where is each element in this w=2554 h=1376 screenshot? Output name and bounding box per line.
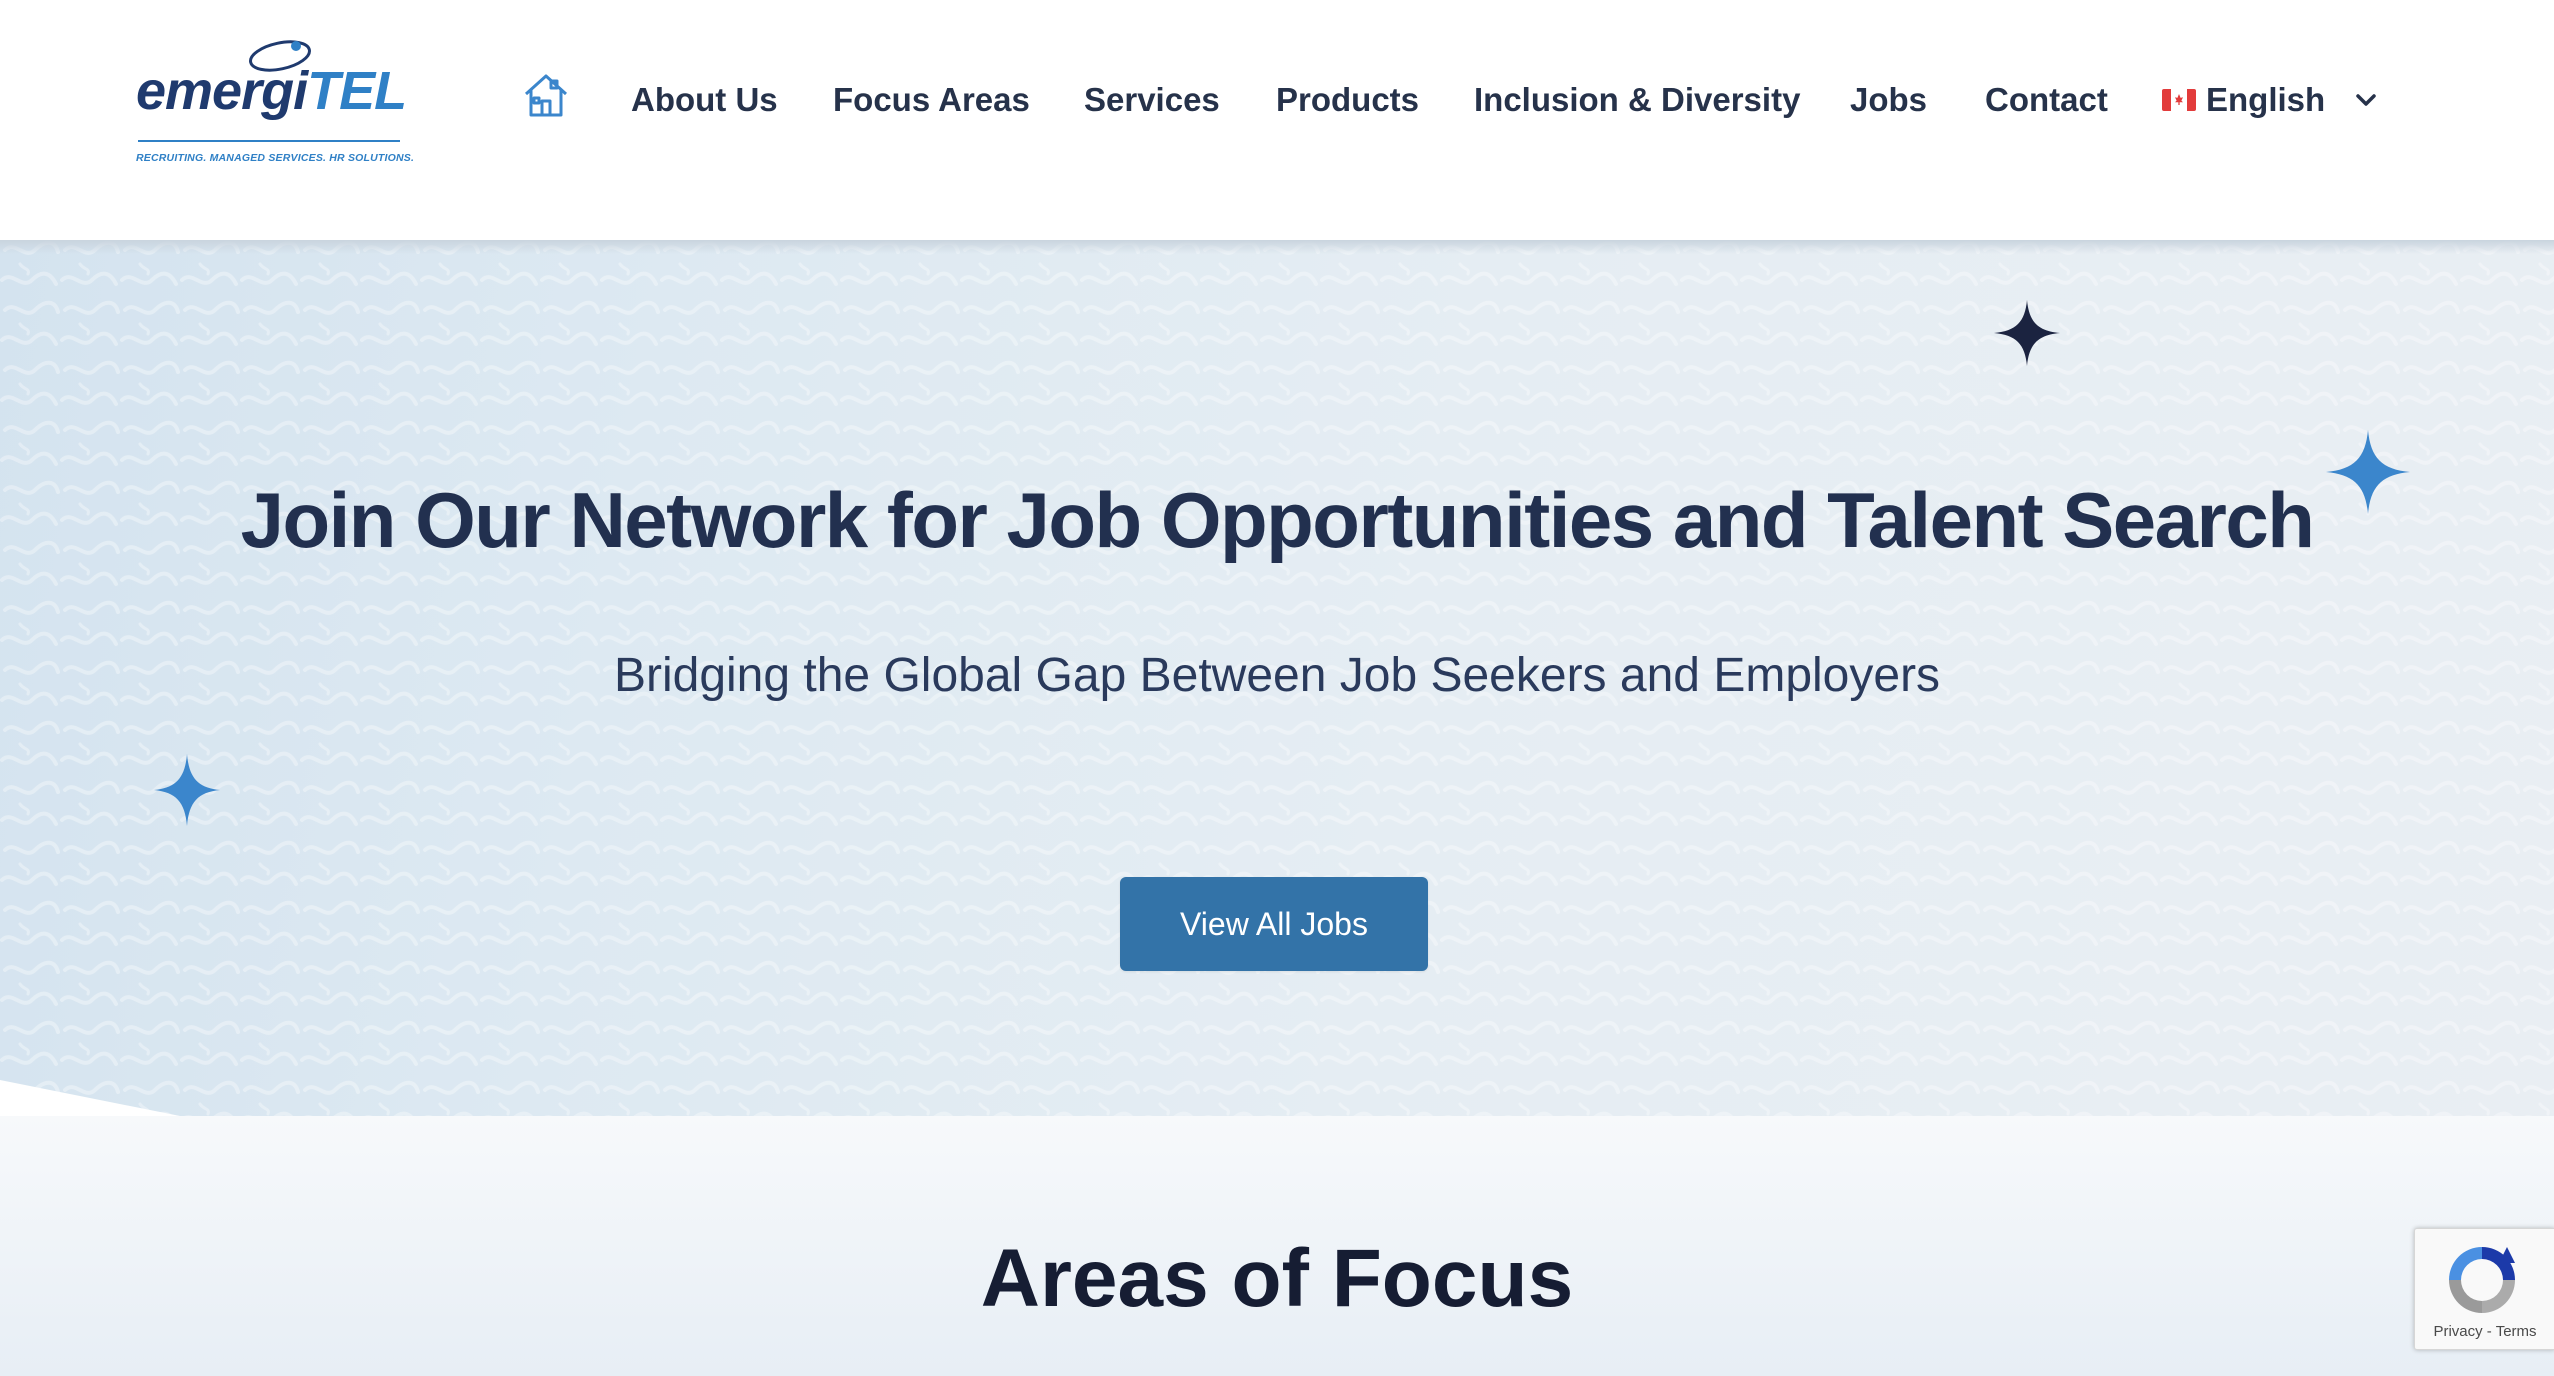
focus-title: Areas of Focus [980,1233,1574,1324]
recaptcha-badge[interactable]: Privacy - Terms [2414,1228,2554,1350]
focus-section: Areas of Focus [0,1116,2554,1376]
canada-flag-icon [2162,89,2196,111]
nav-about-us[interactable]: About Us [631,80,778,120]
home-icon[interactable] [522,72,570,118]
language-selector[interactable]: English [2162,80,2377,120]
nav-services[interactable]: Services [1084,80,1220,120]
nav-products[interactable]: Products [1276,80,1419,120]
hero-title: Join Our Network for Job Opportunities a… [240,476,2315,564]
view-all-jobs-button[interactable]: View All Jobs [1120,877,1428,971]
nav-jobs[interactable]: Jobs [1850,80,1927,120]
page: emergiTEL RECRUITING. MANAGED SERVICES. … [0,0,2554,1376]
recaptcha-links: Privacy - Terms [2433,1323,2537,1340]
main-nav: About Us Focus Areas Services Products I… [0,0,2554,200]
chevron-down-icon [2356,94,2376,106]
recaptcha-icon [2449,1247,2515,1313]
hero-section: Join Our Network for Job Opportunities a… [0,240,2554,1116]
sparkle-icon [1994,300,2060,366]
recaptcha-terms-link[interactable]: Terms [2496,1323,2537,1340]
sparkle-icon [154,754,220,826]
nav-inclusion-diversity[interactable]: Inclusion & Diversity [1474,80,1800,120]
site-header: emergiTEL RECRUITING. MANAGED SERVICES. … [0,0,2554,240]
nav-focus-areas[interactable]: Focus Areas [833,80,1030,120]
nav-contact[interactable]: Contact [1985,80,2108,120]
language-label: English [2206,81,2326,118]
hero-subtitle: Bridging the Global Gap Between Job Seek… [613,649,1941,702]
recaptcha-privacy-link[interactable]: Privacy [2433,1323,2482,1340]
